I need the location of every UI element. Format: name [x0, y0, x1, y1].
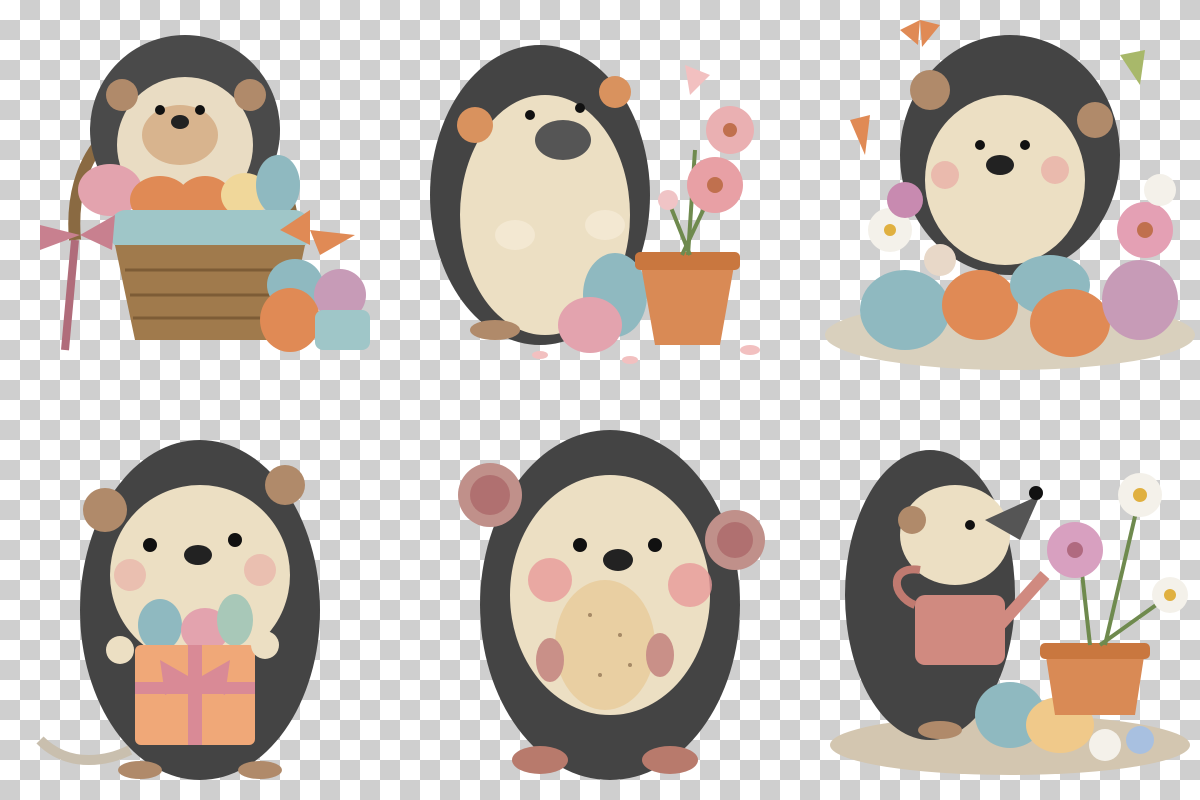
- hedgehog-with-gift-box-illustration: [20, 420, 380, 790]
- pink-bow: [40, 215, 115, 351]
- hedgehog-with-eggs-and-flowers-illustration: [820, 5, 1200, 385]
- front-eggs: [260, 259, 370, 352]
- petals: [532, 345, 760, 364]
- flower-pot: [635, 252, 740, 345]
- hedgehog-holding-egg-illustration: [430, 415, 790, 790]
- hedgehog: [900, 35, 1120, 275]
- hedgehog-in-basket-illustration: [20, 10, 380, 380]
- hedgehog-with-watering-can-illustration: [820, 425, 1200, 790]
- flower-pot: [1040, 643, 1150, 715]
- pink-flowers: [658, 65, 754, 256]
- hedgehog-with-flowerpot-illustration: [420, 20, 790, 380]
